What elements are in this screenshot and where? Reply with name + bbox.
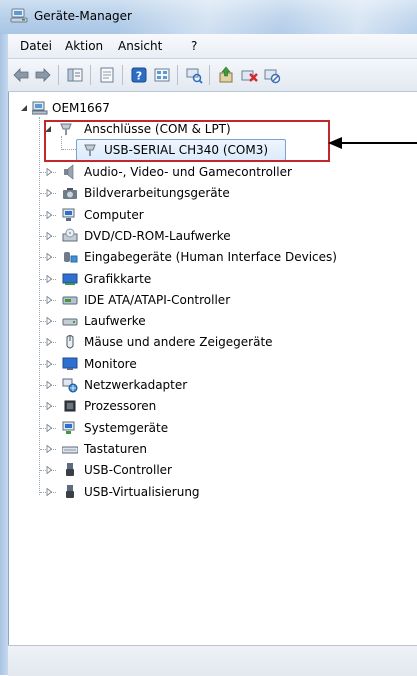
tree-category-item[interactable]: Prozessoren: [0, 396, 417, 416]
expand-triangle-icon[interactable]: [45, 338, 53, 346]
tree-category-item[interactable]: DVD/CD-ROM-Laufwerke: [0, 226, 417, 246]
toolbar-separator: [122, 65, 123, 85]
update-driver-icon[interactable]: [217, 66, 235, 84]
expand-triangle-icon[interactable]: [45, 466, 53, 474]
tree-item-label: Mäuse und andere Zeigegeräte: [84, 335, 273, 349]
expand-triangle-icon[interactable]: [45, 211, 53, 219]
help-icon[interactable]: ?: [130, 66, 148, 84]
drive-icon: [62, 318, 78, 326]
tree-item-label: Bildverarbeitungsgeräte: [84, 186, 230, 200]
svg-text:?: ?: [136, 70, 142, 83]
tree-category-item[interactable]: Monitore: [0, 354, 417, 374]
tree-item-label: IDE ATA/ATAPI-Controller: [84, 293, 231, 307]
tree-root[interactable]: OEM1667: [0, 98, 417, 118]
toolbar: ?: [8, 59, 417, 92]
dvd-drive-icon: [62, 228, 78, 242]
menu-ansicht[interactable]: Ansicht: [118, 39, 162, 53]
expand-triangle-icon[interactable]: [45, 168, 53, 176]
status-bar: [8, 645, 417, 676]
tree-item-label: Monitore: [84, 357, 137, 371]
tree-item-label: DVD/CD-ROM-Laufwerke: [84, 229, 231, 243]
tree-category-item[interactable]: Tastaturen: [0, 439, 417, 459]
toolbar-separator: [58, 65, 59, 85]
expand-triangle-icon[interactable]: [45, 402, 53, 410]
expand-triangle-icon[interactable]: [45, 232, 53, 240]
title-bar-glass: [120, 0, 417, 34]
expand-triangle-icon[interactable]: [45, 424, 53, 432]
ide-controller-icon: [62, 296, 78, 305]
tree-category-item[interactable]: Laufwerke: [0, 311, 417, 331]
title-bar: Geräte-Manager: [0, 0, 417, 34]
computer-icon: [32, 101, 48, 115]
expand-triangle-icon[interactable]: [45, 445, 53, 453]
tree-item-label: Computer: [84, 208, 144, 222]
menu-bar: Datei Aktion Ansicht ?: [8, 34, 417, 59]
show-hide-tree-icon[interactable]: [66, 66, 84, 84]
tree-item-label: Prozessoren: [84, 399, 157, 413]
tree-item-label: USB-Virtualisierung: [84, 485, 200, 499]
toolbar-separator: [209, 65, 210, 85]
tree-category-item[interactable]: Netzwerkadapter: [0, 375, 417, 395]
usb-icon: [66, 463, 74, 476]
collapse-triangle-icon[interactable]: [20, 104, 28, 112]
expand-triangle-icon[interactable]: [45, 360, 53, 368]
camera-icon: [63, 188, 77, 199]
toolbar-separator: [90, 65, 91, 85]
expand-triangle-icon[interactable]: [45, 488, 53, 496]
expand-triangle-icon[interactable]: [45, 189, 53, 197]
tree-item-label: Eingabegeräte (Human Interface Devices): [84, 250, 337, 264]
expand-triangle-icon[interactable]: [45, 317, 53, 325]
computer-icon: [62, 208, 75, 221]
expand-triangle-icon[interactable]: [45, 296, 53, 304]
window-title: Geräte-Manager: [34, 9, 132, 23]
system-device-icon: [62, 421, 75, 434]
tree-item-label: Grafikkarte: [84, 272, 152, 286]
monitor-icon: [62, 357, 78, 370]
tree-category-item[interactable]: Eingabegeräte (Human Interface Devices): [0, 247, 417, 267]
menu-datei[interactable]: Datei: [20, 39, 52, 53]
hid-icon: [64, 252, 78, 263]
back-icon[interactable]: [12, 66, 30, 84]
disable-icon[interactable]: [263, 66, 281, 84]
device-manager-icon: [10, 8, 28, 23]
properties-icon[interactable]: [98, 66, 116, 84]
network-adapter-icon: [62, 378, 78, 393]
toolbar-separator: [177, 65, 178, 85]
tree-item-label: Systemgeräte: [84, 421, 169, 435]
tree-category-item[interactable]: Bildverarbeitungsgeräte: [0, 183, 417, 203]
tree-category-item[interactable]: Mäuse und andere Zeigegeräte: [0, 332, 417, 352]
expand-triangle-icon[interactable]: [45, 275, 53, 283]
tree-item-label: Laufwerke: [84, 314, 146, 328]
tree-category-item[interactable]: Systemgeräte: [0, 418, 417, 438]
tree-item-label: Netzwerkadapter: [84, 378, 188, 392]
tree-item-label: Tastaturen: [84, 442, 147, 456]
annotation-arrow-icon: [328, 137, 417, 149]
tree-item-label: Audio-, Video- und Gamecontroller: [84, 165, 292, 179]
usb-icon: [66, 485, 74, 498]
menu-aktion[interactable]: Aktion: [65, 39, 103, 53]
menu-help[interactable]: ?: [191, 39, 197, 53]
expand-triangle-icon[interactable]: [45, 253, 53, 261]
mouse-icon: [66, 335, 74, 349]
tree-root-label: OEM1667: [52, 101, 110, 115]
tree-category-item[interactable]: Computer: [0, 205, 417, 225]
keyboard-icon: [62, 446, 78, 454]
processor-icon: [64, 400, 76, 412]
tree-category-item[interactable]: IDE ATA/ATAPI-Controller: [0, 290, 417, 310]
tree-item-label: USB-Controller: [84, 463, 172, 477]
tree-category-item[interactable]: Grafikkarte: [0, 269, 417, 289]
expand-triangle-icon[interactable]: [45, 381, 53, 389]
tree-category-item[interactable]: USB-Controller: [0, 460, 417, 480]
tree-category-item[interactable]: Audio-, Video- und Gamecontroller: [0, 162, 417, 182]
scan-hardware-icon[interactable]: [185, 66, 203, 84]
uninstall-icon[interactable]: [240, 66, 258, 84]
annotation-box: [44, 120, 330, 162]
view-icon[interactable]: [153, 66, 171, 84]
tree-category-item[interactable]: USB-Virtualisierung: [0, 482, 417, 502]
forward-icon[interactable]: [34, 66, 52, 84]
sound-icon: [64, 164, 74, 180]
display-adapter-icon: [62, 273, 78, 285]
